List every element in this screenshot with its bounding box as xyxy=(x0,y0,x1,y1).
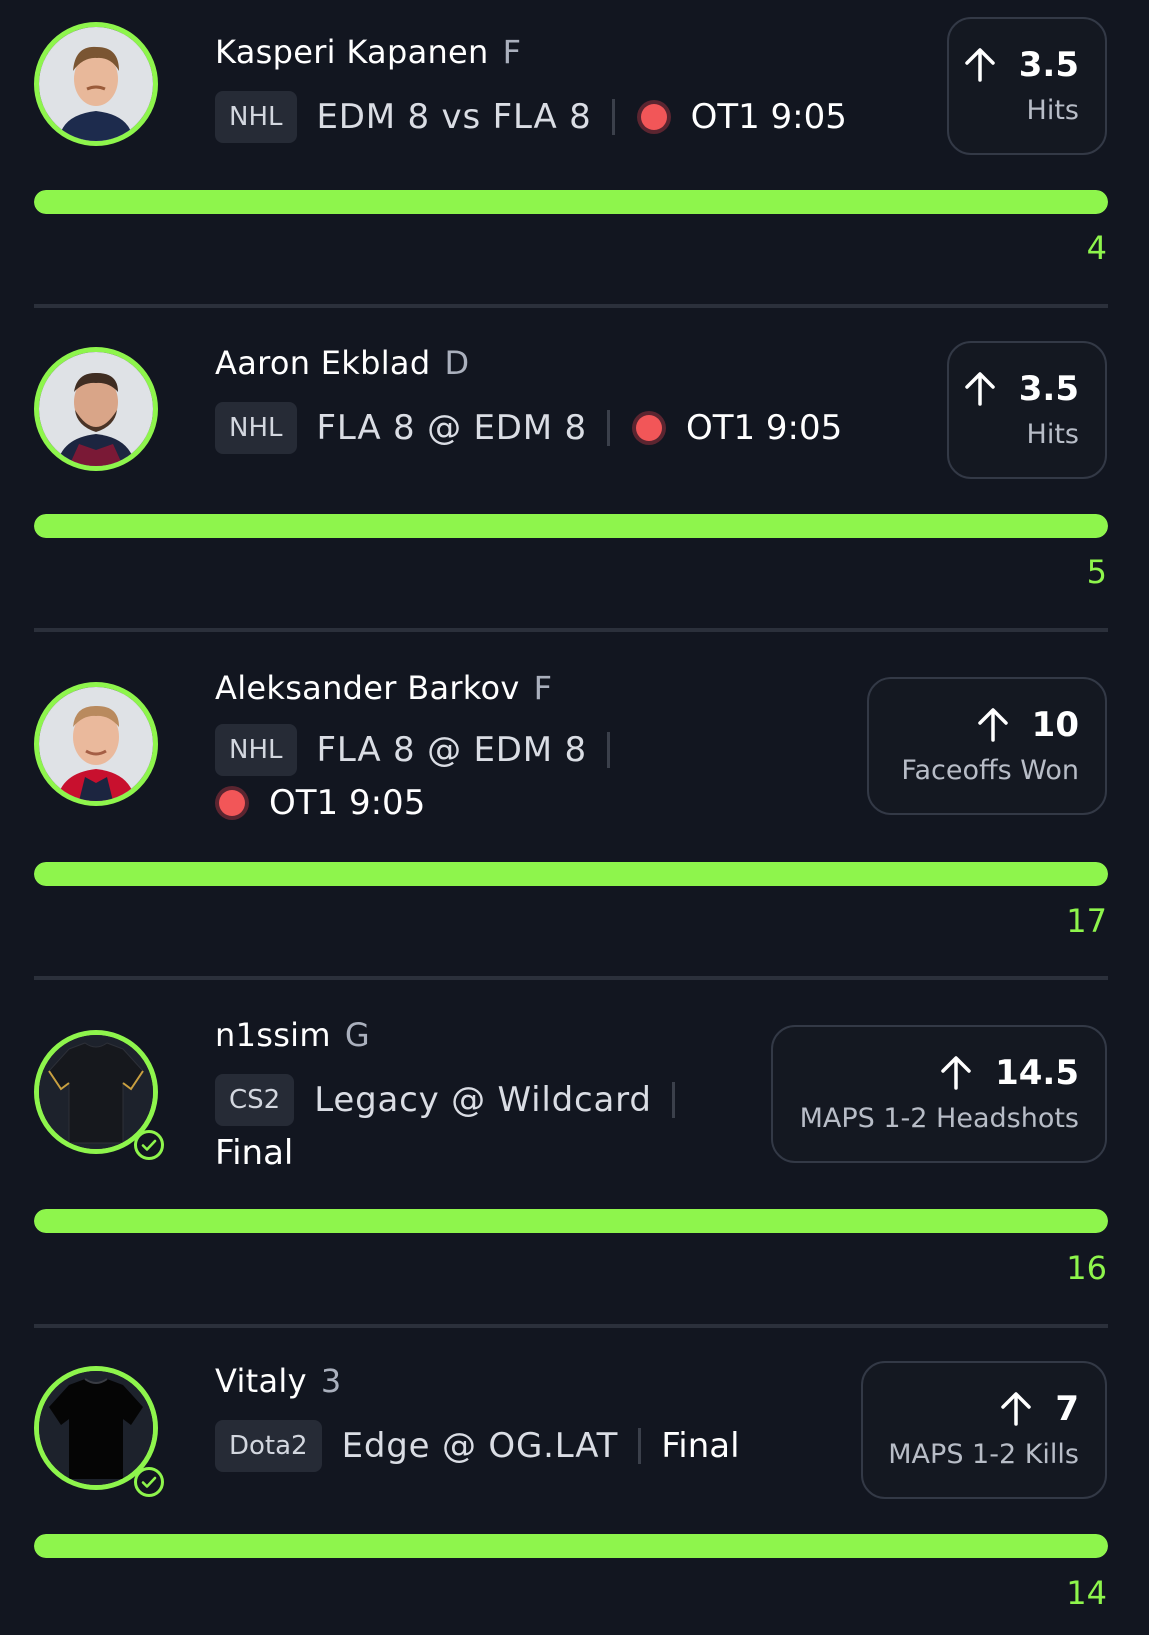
game-status-line: OT1 9:05 xyxy=(215,783,425,823)
game-status: Final xyxy=(215,1133,294,1173)
separator xyxy=(611,99,615,135)
game-status-line: Final xyxy=(215,1133,293,1173)
player-headshot xyxy=(34,682,158,806)
progress-bar-fill xyxy=(34,1209,1108,1233)
live-indicator-icon xyxy=(640,104,667,130)
league-badge: CS2 xyxy=(215,1074,295,1126)
progress-bar xyxy=(34,1209,1108,1233)
player-name-line: Aleksander Barkov F xyxy=(215,669,552,707)
player-name: Aleksander Barkov xyxy=(215,669,520,707)
game-info: Dota2 Edge @ OG.LAT Final xyxy=(215,1420,740,1472)
live-indicator-icon xyxy=(635,415,662,441)
player-headshot xyxy=(34,22,158,146)
league-badge: NHL xyxy=(215,91,297,143)
league-badge: NHL xyxy=(215,402,297,454)
game-status: Final xyxy=(661,1426,740,1466)
progress-bar-fill xyxy=(34,862,1108,886)
checkmark-icon xyxy=(141,1139,157,1151)
actual-value: 16 xyxy=(1066,1249,1107,1287)
jersey-icon xyxy=(39,1035,153,1149)
separator xyxy=(671,1082,675,1118)
progress-bar xyxy=(34,514,1108,538)
actual-value: 17 xyxy=(1066,902,1107,940)
player-name-line: n1ssim G xyxy=(215,1016,370,1054)
live-indicator-icon xyxy=(219,790,245,816)
player-name-line: Vitaly 3 xyxy=(215,1362,342,1400)
prop-line-value: 3.5 xyxy=(1018,45,1079,85)
game-clock: OT1 9:05 xyxy=(269,783,426,823)
prop-stat-label: Faceoffs Won xyxy=(901,755,1079,786)
separator xyxy=(638,1428,642,1464)
game-info: NHL FLA 8 @ EDM 8 xyxy=(215,724,630,776)
up-arrow-icon xyxy=(941,1056,971,1090)
prop-stat-label: MAPS 1-2 Headshots xyxy=(799,1103,1079,1134)
player-position: F xyxy=(533,669,553,707)
picks-list: Kasperi Kapanen F NHL EDM 8 vs FLA 8 OT1 … xyxy=(0,0,1149,1635)
prop-line-box[interactable]: 14.5 MAPS 1-2 Headshots xyxy=(771,1025,1107,1163)
up-arrow-icon xyxy=(1001,1392,1032,1426)
matchup: Edge @ OG.LAT xyxy=(341,1426,619,1466)
league-badge: Dota2 xyxy=(215,1420,322,1472)
matchup: FLA 8 @ EDM 8 xyxy=(316,730,587,770)
player-position: D xyxy=(444,344,470,382)
separator xyxy=(606,732,610,768)
prop-line-value: 3.5 xyxy=(1018,369,1079,409)
actual-value: 14 xyxy=(1066,1574,1107,1612)
progress-bar-fill xyxy=(34,190,1108,214)
player-name: Kasperi Kapanen xyxy=(215,33,489,71)
divider xyxy=(34,304,1108,308)
player-position: F xyxy=(502,33,522,71)
game-info: NHL EDM 8 vs FLA 8 OT1 9:05 xyxy=(215,91,847,143)
prop-line-box[interactable]: 7 MAPS 1-2 Kills xyxy=(861,1361,1107,1499)
player-position: 3 xyxy=(320,1362,342,1400)
progress-bar xyxy=(34,1534,1108,1558)
prop-line-box[interactable]: 10 Faceoffs Won xyxy=(867,677,1107,815)
checkmark-icon xyxy=(141,1476,157,1488)
progress-bar-fill xyxy=(34,514,1108,538)
progress-bar xyxy=(34,862,1108,886)
check-badge xyxy=(134,1467,164,1497)
game-clock: OT1 9:05 xyxy=(690,97,847,137)
prop-line-value: 10 xyxy=(1031,705,1079,745)
separator xyxy=(606,410,610,446)
prop-line-value: 7 xyxy=(1055,1389,1079,1429)
prop-stat-label: Hits xyxy=(1026,419,1079,450)
up-arrow-icon xyxy=(965,48,995,82)
up-arrow-icon xyxy=(965,372,995,406)
divider xyxy=(34,976,1108,980)
prop-line-value: 14.5 xyxy=(995,1053,1079,1093)
player-photo-icon xyxy=(39,352,153,466)
jersey-icon xyxy=(39,1371,153,1485)
prop-line-box[interactable]: 3.5 Hits xyxy=(947,341,1107,479)
game-info: CS2 Legacy @ Wildcard xyxy=(215,1074,695,1126)
check-badge xyxy=(134,1130,164,1160)
player-photo-icon xyxy=(39,27,153,141)
player-position: G xyxy=(344,1016,370,1054)
matchup: Legacy @ Wildcard xyxy=(314,1080,652,1120)
player-name-line: Kasperi Kapanen F xyxy=(215,33,521,71)
player-photo-icon xyxy=(39,687,153,801)
player-name-line: Aaron Ekblad D xyxy=(215,344,469,382)
matchup: EDM 8 vs FLA 8 xyxy=(316,97,592,137)
divider xyxy=(34,1324,1108,1328)
actual-value: 4 xyxy=(1086,229,1107,267)
progress-bar-fill xyxy=(34,1534,1108,1558)
player-name: Vitaly xyxy=(215,1362,307,1400)
progress-bar xyxy=(34,190,1108,214)
actual-value: 5 xyxy=(1086,553,1107,591)
prop-line-box[interactable]: 3.5 Hits xyxy=(947,17,1107,155)
player-name: Aaron Ekblad xyxy=(215,344,431,382)
game-clock: OT1 9:05 xyxy=(685,408,843,448)
league-badge: NHL xyxy=(215,724,297,776)
prop-stat-label: MAPS 1-2 Kills xyxy=(888,1439,1079,1470)
up-arrow-icon xyxy=(977,708,1008,742)
matchup: FLA 8 @ EDM 8 xyxy=(316,408,587,448)
player-headshot xyxy=(34,347,158,471)
divider xyxy=(34,628,1108,632)
game-info: NHL FLA 8 @ EDM 8 OT1 9:05 xyxy=(215,402,842,454)
prop-stat-label: Hits xyxy=(1026,95,1079,126)
player-name: n1ssim xyxy=(215,1016,331,1054)
